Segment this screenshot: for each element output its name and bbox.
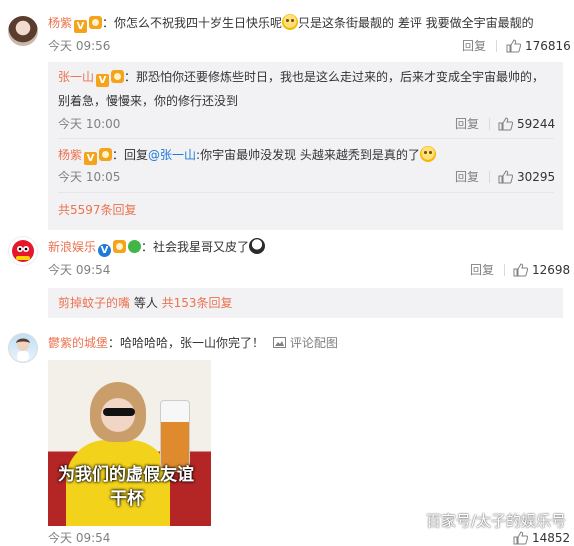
reply-author-zhangyishan[interactable]: 张一山 (58, 70, 94, 84)
like-button[interactable]: 14852 (513, 530, 570, 546)
image-sunglasses (103, 408, 135, 416)
comment-time: 今天 09:54 (48, 531, 111, 545)
avatar[interactable] (8, 236, 38, 266)
picture-icon (273, 337, 286, 348)
comment-body-cont: 只是这条街最靓的 差评 我要做全宇宙最靓的 (298, 16, 534, 30)
comment-text: 杨紫 V ：你怎么不祝我四十岁生日快乐呢 只是这条街最靓的 差评 我要做全宇宙最靓的 (48, 14, 534, 33)
avatar[interactable] (8, 16, 38, 46)
verified-v-icon: V (84, 152, 98, 165)
reply-button[interactable]: 回复 (470, 262, 494, 278)
reply-author-yangzi[interactable]: 杨紫 (58, 148, 82, 162)
like-count: 176816 (525, 39, 571, 53)
reply-time: 今天 10:05 (58, 170, 121, 184)
like-count: 14852 (532, 531, 571, 545)
reply-summary-text: 剪掉蚊子的嘴 等人 共153条回复 (58, 294, 233, 312)
reply-text: 张一山 V ：那恐怕你还要修炼些时日，我也是这么走过来的，后来才变成全宇宙最帅的， (58, 68, 544, 87)
thumbs-up-icon (506, 39, 521, 53)
divider (489, 171, 490, 183)
comment-time: 今天 09:54 (48, 263, 111, 277)
comment-body: ：你怎么不祝我四十岁生日快乐呢 (102, 16, 283, 30)
divider (58, 192, 554, 193)
verified-v-icon: V (96, 74, 110, 87)
comment-text: 新浪娱乐 V ：社会我星哥又皮了 (48, 238, 266, 257)
more-replies-link[interactable]: 共153条回复 (162, 296, 233, 310)
image-caption: 干杯 (110, 489, 144, 509)
like-button[interactable]: 176816 (506, 38, 571, 54)
comment-author-castle[interactable]: 鬱紫的城堡 (48, 336, 108, 350)
reply-button[interactable]: 回复 (455, 116, 479, 132)
reply-summary-etc: 等人 (130, 296, 162, 310)
like-button[interactable]: 59244 (498, 116, 555, 132)
image-caption: 为我们的虚假友谊 (58, 465, 194, 485)
picture-link-label: 评论配图 (289, 336, 338, 350)
like-count: 59244 (517, 117, 556, 131)
reply-body-cont: :你宇宙最帅没发现 头越来越秃到是真的了 (196, 148, 420, 162)
comment-time: 今天 09:56 (48, 39, 111, 53)
divider (489, 118, 490, 130)
thumbs-up-icon (513, 531, 528, 545)
like-button[interactable]: 30295 (498, 169, 555, 185)
smile-emoji-icon (282, 14, 299, 30)
comment-body: ：社会我星哥又皮了 (141, 240, 250, 254)
vip-level-icon (99, 148, 113, 161)
divider (496, 40, 497, 52)
reply-author-link[interactable]: 剪掉蚊子的嘴 (58, 296, 130, 310)
verified-v-icon: V (98, 244, 112, 257)
reply-button[interactable]: 回复 (462, 38, 486, 54)
castle-avatar-icon (16, 338, 30, 361)
reply-body: ：回复 (112, 148, 149, 162)
like-count: 12698 (532, 263, 571, 277)
verified-v-icon: V (74, 20, 88, 33)
reply-time: 今天 10:00 (58, 117, 121, 131)
vip-level-icon (89, 16, 103, 29)
comment-author-yangzi[interactable]: 杨紫 (48, 16, 72, 30)
comment-picture-link[interactable]: 评论配图 (273, 334, 338, 352)
thumbs-up-icon (498, 170, 513, 184)
divider (504, 264, 505, 276)
comment-text: 鬱紫的城堡：哈哈哈哈，张一山你完了！ (48, 334, 264, 352)
vip-level-icon (111, 70, 125, 83)
comment-body: ：哈哈哈哈，张一山你完了！ (108, 336, 265, 350)
thumbs-up-icon (498, 117, 513, 131)
mention-link[interactable]: @张一山 (148, 148, 196, 162)
more-replies-link[interactable]: 共5597条回复 (58, 201, 137, 219)
reply-body: ：那恐怕你还要修炼些时日，我也是这么走过来的，后来才变成全宇宙最帅的， (124, 70, 545, 84)
comment-image[interactable]: 为我们的虚假友谊 干杯 (48, 360, 211, 526)
comment-author-sina[interactable]: 新浪娱乐 (48, 240, 96, 254)
reply-text: 杨紫 V ：回复@张一山:你宇宙最帅没发现 头越来越秃到是真的了 (58, 146, 436, 165)
vip-level-icon (113, 240, 127, 253)
emoji-icon (249, 238, 266, 254)
like-count: 30295 (517, 170, 556, 184)
member-level-icon (128, 240, 142, 253)
divider (58, 138, 554, 139)
reply-body-cont: 别着急，慢慢来，你的修行还没到 (58, 94, 239, 108)
thumbs-up-icon (513, 263, 528, 277)
like-button[interactable]: 12698 (513, 262, 570, 278)
reply-button[interactable]: 回复 (455, 169, 479, 185)
smile-emoji-icon (419, 146, 436, 162)
watermark: 百家号/太子的娱乐号 (425, 512, 566, 530)
avatar[interactable] (8, 333, 38, 363)
sina-logo-icon (12, 240, 34, 262)
